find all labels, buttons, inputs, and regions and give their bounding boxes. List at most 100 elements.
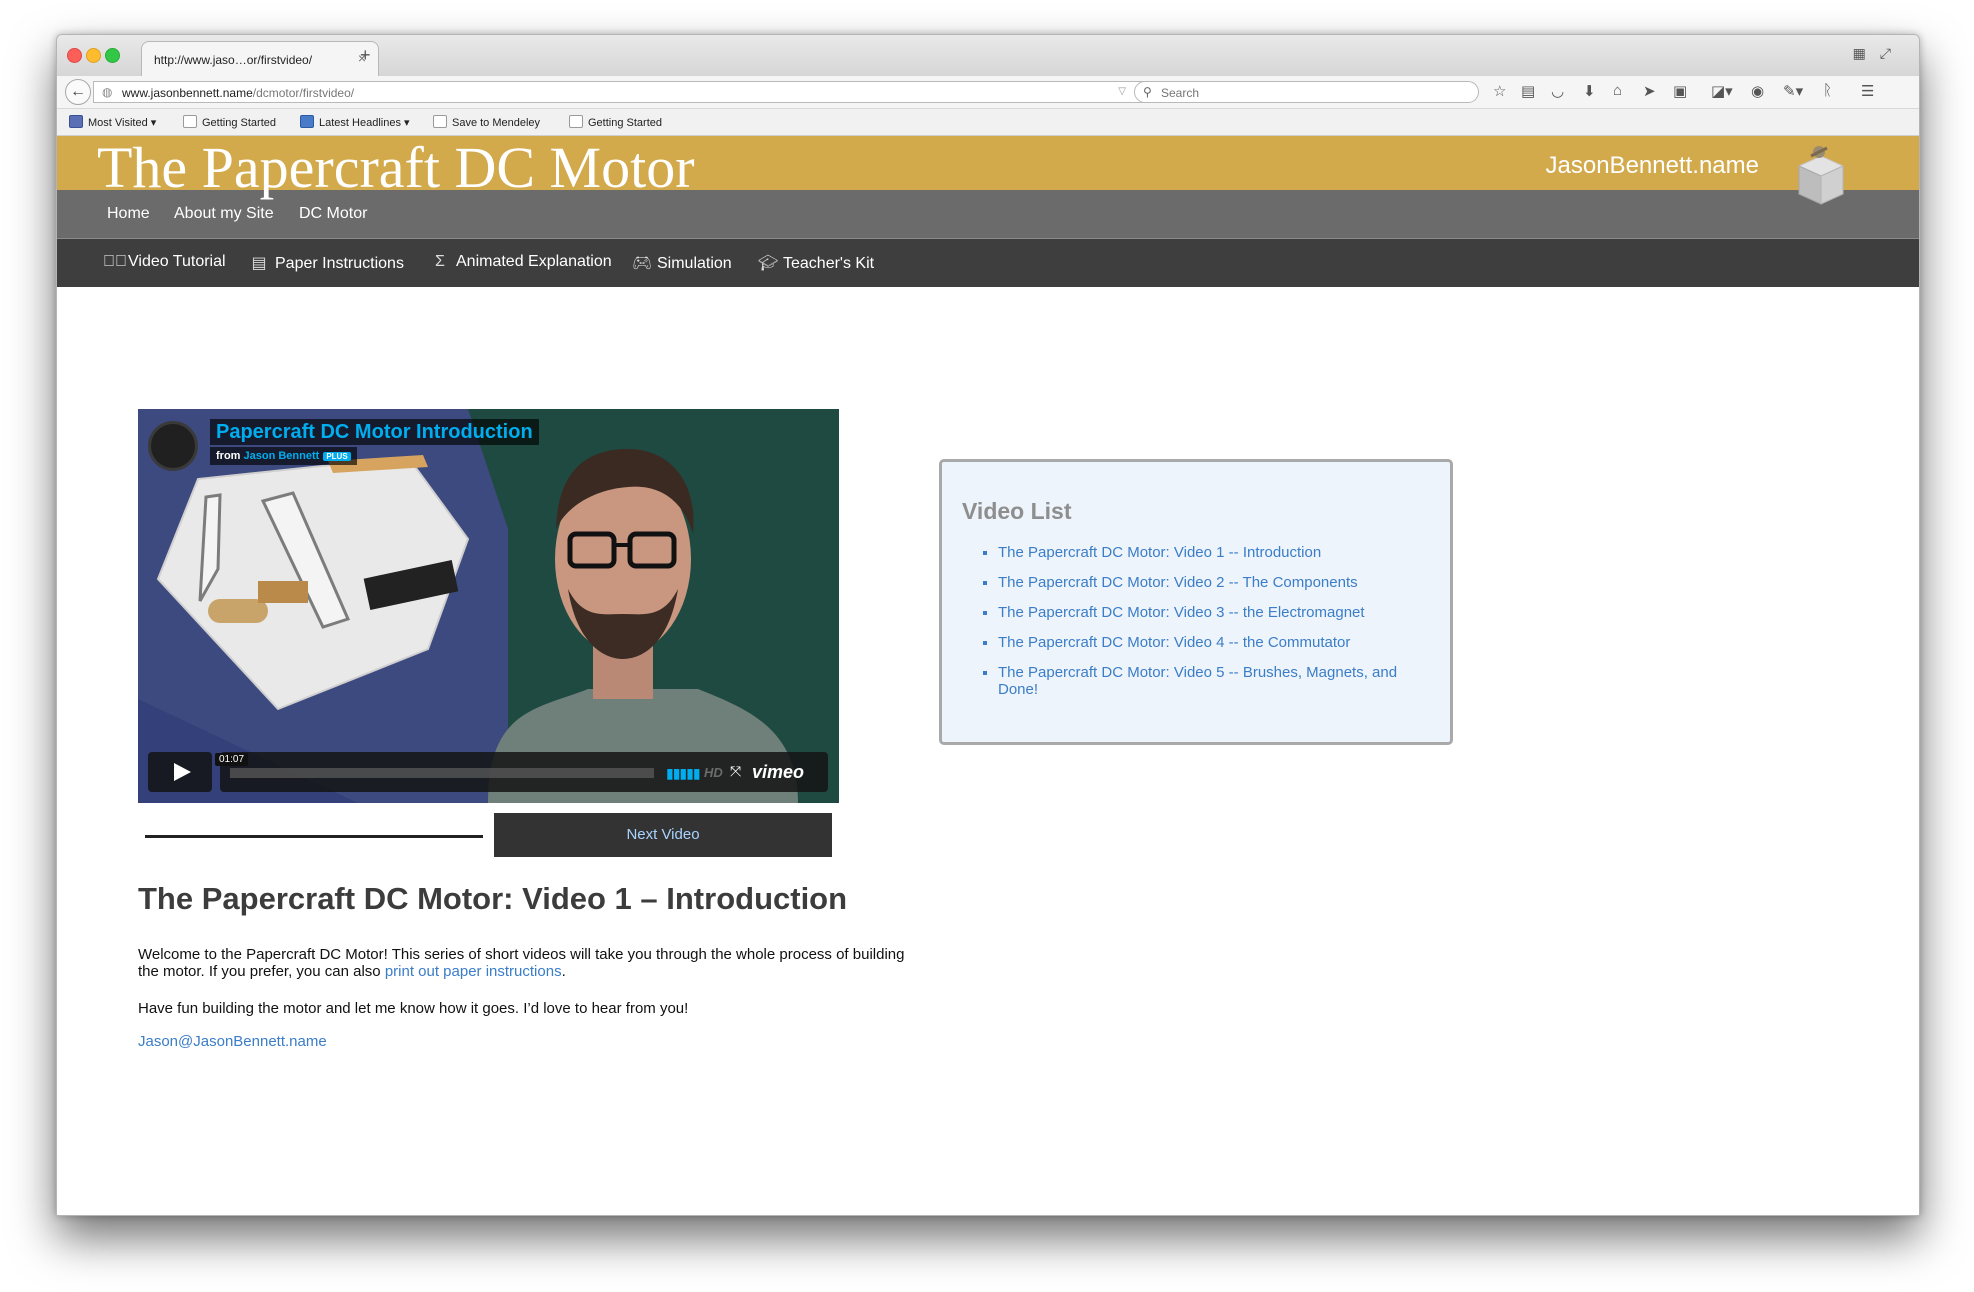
rss-icon <box>300 115 314 128</box>
menu-about[interactable]: About my Site <box>174 205 274 223</box>
video-title[interactable]: Papercraft DC Motor Introduction <box>210 419 539 445</box>
new-tab-button[interactable]: + <box>360 45 371 66</box>
video-link-2[interactable]: The Papercraft DC Motor: Video 2 -- The … <box>998 574 1358 591</box>
subnav-simulation[interactable]: 🎮︎ Simulation <box>632 253 732 273</box>
video-link-3[interactable]: The Papercraft DC Motor: Video 3 -- the … <box>998 604 1365 621</box>
bookmark-label: Save to Mendeley <box>452 117 541 129</box>
bookmark-label: Most Visited ▾ <box>88 117 157 129</box>
list-item: The Papercraft DC Motor: Video 1 -- Intr… <box>998 544 1428 561</box>
tab-title: http://www.jaso…or/firstvideo/ <box>154 53 313 67</box>
video-controls: ▮▮▮▮▮ HD ⤧ vimeo <box>220 752 828 792</box>
followup-paragraph: Have fun building the motor and let me k… <box>138 1000 689 1017</box>
send-icon[interactable]: ➤ <box>1643 82 1656 100</box>
paper-instructions-link[interactable]: print out paper instructions <box>385 963 562 980</box>
section-nav: ▶⃞Video Tutorial ▤ Paper Instructions Σ An… <box>57 239 1919 287</box>
menu-home[interactable]: Home <box>107 205 150 223</box>
video-player[interactable]: Papercraft DC Motor Introduction from Ja… <box>138 409 839 803</box>
extension-icon[interactable]: ✎▾ <box>1783 82 1803 100</box>
video-link-1[interactable]: The Papercraft DC Motor: Video 1 -- Intr… <box>998 544 1321 561</box>
subnav-paper-instructions[interactable]: ▤ Paper Instructions <box>250 253 404 273</box>
bookmark-label: Getting Started <box>588 117 662 129</box>
navigation-toolbar: ← ◍ www.jasonbennett.name/dcmotor/firstv… <box>57 76 1919 109</box>
progress-bar[interactable] <box>230 768 654 778</box>
subnav-teachers-kit[interactable]: 🎓︎ Teacher's Kit <box>758 253 874 273</box>
plus-badge: PLUS <box>323 452 351 461</box>
site-title: The Papercraft DC Motor <box>97 135 695 200</box>
url-bar[interactable]: ◍ www.jasonbennett.name/dcmotor/firstvid… <box>93 81 1161 103</box>
search-input[interactable] <box>1159 84 1463 102</box>
bookmark-save-to-mendeley[interactable]: Save to Mendeley <box>433 115 540 129</box>
bookmark-getting-started[interactable]: Getting Started <box>183 115 276 129</box>
vimeo-logo[interactable]: vimeo <box>752 762 804 783</box>
page-icon <box>433 115 447 128</box>
reading-list-icon[interactable]: ▤ <box>1521 82 1535 100</box>
gamepad-icon: 🎮︎ <box>632 255 653 272</box>
volume-icon[interactable]: ▮▮▮▮▮ <box>666 765 701 782</box>
list-item: The Papercraft DC Motor: Video 5 -- Brus… <box>998 664 1428 698</box>
video-author-link[interactable]: Jason Bennett <box>244 450 320 462</box>
download-icon[interactable]: ⬇ <box>1583 82 1596 100</box>
play-square-icon: ▶⃞ <box>103 253 127 270</box>
hd-toggle[interactable]: HD <box>704 765 723 780</box>
subnav-video-tutorial[interactable]: ▶⃞Video Tutorial <box>103 253 226 271</box>
fullscreen-icon[interactable]: ⤧ <box>730 763 741 780</box>
author-avatar[interactable] <box>148 421 198 471</box>
page-title: The Papercraft DC Motor: Video 1 – Intro… <box>138 881 848 916</box>
history-dropdown-icon[interactable]: ▽ <box>1118 86 1126 97</box>
video-link-5[interactable]: The Papercraft DC Motor: Video 5 -- Brus… <box>998 664 1397 698</box>
page-icon <box>183 115 197 128</box>
video-list-panel: Video List The Papercraft DC Motor: Vide… <box>939 459 1453 745</box>
chat-icon[interactable]: ◉ <box>1751 82 1764 100</box>
site-name-link[interactable]: JasonBennett.name <box>1546 152 1759 180</box>
back-arrow-icon: ← <box>70 83 86 100</box>
subnav-label: Video Tutorial <box>128 253 226 270</box>
list-item: The Papercraft DC Motor: Video 3 -- the … <box>998 604 1428 621</box>
url-text[interactable]: www.jasonbennett.name/dcmotor/firstvideo… <box>122 86 354 100</box>
tab-groups-icon[interactable]: ▦⤢ <box>1853 45 1905 62</box>
sigma-icon: Σ <box>435 253 445 270</box>
browser-window: http://www.jaso…or/firstvideo/ × + ▦⤢ ← … <box>56 34 1920 1216</box>
url-path: /dcmotor/firstvideo/ <box>252 86 355 100</box>
divider <box>145 835 483 838</box>
browser-tab[interactable]: http://www.jaso…or/firstvideo/ × <box>141 41 379 76</box>
play-button[interactable] <box>148 752 212 792</box>
folder-icon <box>69 115 83 128</box>
graduation-cap-icon: 🎓︎ <box>758 255 779 272</box>
minimize-window-button[interactable] <box>86 48 101 63</box>
video-byline: from Jason Bennett PLUS <box>210 447 357 465</box>
subnav-label: Simulation <box>657 255 732 272</box>
search-icon: ⚲ <box>1143 85 1152 99</box>
menu-dc-motor[interactable]: DC Motor <box>299 205 367 223</box>
video-list-title: Video List <box>962 498 1072 524</box>
menu-icon[interactable]: ☰ <box>1861 82 1874 100</box>
star-icon[interactable]: ☆ <box>1493 82 1506 100</box>
timecode: 01:07 <box>215 753 249 766</box>
subnav-animated-explanation[interactable]: Σ Animated Explanation <box>431 253 612 271</box>
home-icon[interactable]: ⌂ <box>1613 82 1622 99</box>
subnav-label: Animated Explanation <box>456 253 612 270</box>
intro-paragraph: Welcome to the Papercraft DC Motor! This… <box>138 946 918 980</box>
pocket-icon[interactable]: ◡ <box>1551 82 1564 100</box>
translate-icon[interactable]: ◪▾ <box>1711 82 1733 100</box>
globe-icon: ◍ <box>102 85 113 99</box>
cube-logo-icon <box>1797 146 1845 205</box>
bookmark-most-visited[interactable]: Most Visited ▾ <box>69 115 156 129</box>
bookmark-getting-started-2[interactable]: Getting Started <box>569 115 662 129</box>
url-host: www.jasonbennett.name <box>122 86 253 100</box>
video-link-4[interactable]: The Papercraft DC Motor: Video 4 -- the … <box>998 634 1350 651</box>
bookmark-label: Latest Headlines ▾ <box>319 117 410 129</box>
search-bar[interactable]: ⚲ <box>1134 81 1479 103</box>
email-link[interactable]: Jason@JasonBennett.name <box>138 1033 327 1050</box>
from-label: from <box>216 450 241 462</box>
screenshot-icon[interactable]: ▣ <box>1673 82 1687 100</box>
subnav-label: Paper Instructions <box>275 255 404 272</box>
bookmark-latest-headlines[interactable]: Latest Headlines ▾ <box>300 115 410 129</box>
subnav-label: Teacher's Kit <box>783 255 875 272</box>
close-window-button[interactable] <box>67 48 82 63</box>
list-item: The Papercraft DC Motor: Video 4 -- the … <box>998 634 1428 651</box>
back-button[interactable]: ← <box>65 79 91 105</box>
next-video-button[interactable]: Next Video <box>494 813 832 857</box>
readability-icon[interactable]: ᚱ <box>1823 82 1832 99</box>
maximize-window-button[interactable] <box>105 48 120 63</box>
video-frame-image <box>138 409 839 803</box>
